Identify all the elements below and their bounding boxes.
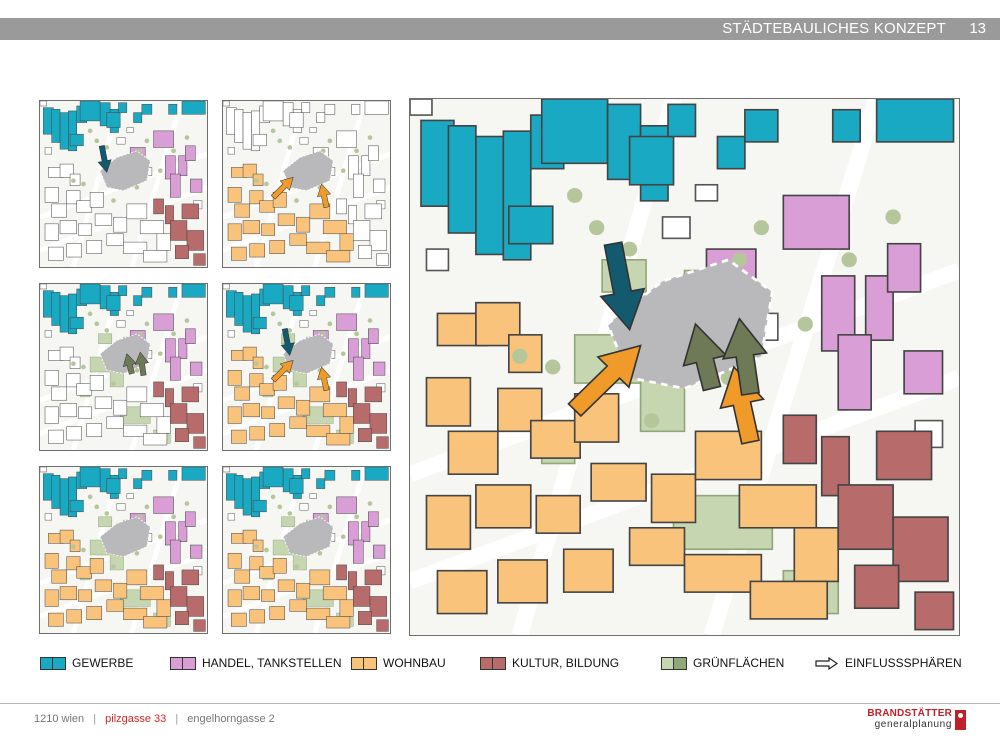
- pink-swatch-icon: [170, 656, 183, 670]
- map-panel-6: [222, 466, 391, 634]
- footer-divider: [0, 703, 1000, 704]
- red-swatch-icon: [493, 656, 506, 670]
- legend-label: WOHNBAU: [383, 656, 446, 670]
- legend-label: KULTUR, BILDUNG: [512, 656, 620, 670]
- page-number: 13: [969, 20, 986, 37]
- orange-swatch-icon: [351, 656, 364, 670]
- map-panel-3: [39, 283, 208, 451]
- green-swatch-icon: [661, 656, 674, 670]
- map-panel-2: [222, 100, 391, 268]
- legend-kultur: KULTUR, BILDUNG: [480, 655, 619, 671]
- logo-line-2: generalplanung: [874, 719, 952, 730]
- footer: 1210 wien | pilzgasse 33 | engelhorngass…: [34, 713, 275, 725]
- red-swatch-icon: [480, 656, 493, 670]
- footer-address-2: engelhorngasse 2: [187, 713, 275, 725]
- footer-city: 1210 wien: [34, 713, 85, 725]
- green-swatch-icon: [674, 656, 687, 670]
- legend-wohnbau: WOHNBAU: [351, 655, 446, 671]
- header-bar: STÄDTEBAULICHES KONZEPT 13: [0, 18, 1000, 40]
- map-panel-1: [39, 100, 208, 268]
- main-map: [409, 98, 960, 636]
- footer-address-1: pilzgasse 33: [105, 713, 167, 725]
- company-logo: BRANDSTÄTTER generalplanung: [867, 706, 966, 734]
- pink-swatch-icon: [183, 656, 196, 670]
- legend-label: HANDEL, TANKSTELLEN: [202, 656, 342, 670]
- footer-separator: |: [175, 713, 179, 725]
- orange-swatch-icon: [364, 656, 377, 670]
- legend-gewerbe: GEWERBE: [40, 655, 133, 671]
- legend-gruen: GRÜNFLÄCHEN: [661, 655, 784, 671]
- arrow-icon: [815, 656, 839, 670]
- cyan-swatch-icon: [40, 656, 53, 670]
- legend-handel: HANDEL, TANKSTELLEN: [170, 655, 342, 671]
- legend-label: GRÜNFLÄCHEN: [693, 656, 785, 670]
- legend-label: GEWERBE: [72, 656, 134, 670]
- map-panel-5: [39, 466, 208, 634]
- page-title: STÄDTEBAULICHES KONZEPT: [722, 20, 946, 37]
- legend-label: EINFLUSSSPHÄREN: [845, 656, 962, 670]
- logo-line-1: BRANDSTÄTTER: [867, 708, 952, 719]
- map-panel-4: [222, 283, 391, 451]
- legend: GEWERBE HANDEL, TANKSTELLEN WOHNBAU KULT…: [40, 655, 962, 671]
- cyan-swatch-icon: [53, 656, 66, 670]
- logo-mark-icon: [955, 710, 966, 730]
- legend-einfluss: EINFLUSSSPHÄREN: [815, 655, 962, 671]
- footer-separator: |: [93, 713, 97, 725]
